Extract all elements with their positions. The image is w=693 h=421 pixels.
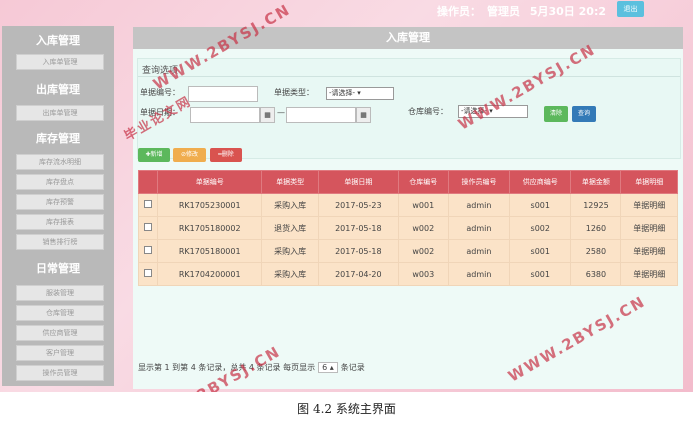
column-header[interactable]: 单据编号 [156, 170, 263, 194]
warehouse-cell: w002 [397, 239, 449, 263]
sidebar-section-inventory: 库存管理 [36, 132, 80, 145]
calendar-icon[interactable]: ▦ [356, 107, 371, 123]
supplier-cell: s001 [509, 193, 572, 217]
pager-suffix: 条记录 [340, 363, 365, 372]
sidebar-section-daily: 日常管理 [36, 262, 80, 275]
warehouse-cell: w003 [397, 262, 449, 286]
bill-type-value: -请选择- [329, 89, 356, 97]
column-header[interactable]: 单据金额 [570, 170, 622, 194]
calendar-icon[interactable]: ▦ [260, 107, 275, 123]
bill-date-cell: 2017-04-20 [317, 262, 399, 286]
row-checkbox[interactable] [138, 262, 158, 286]
inbound-bill-table: 单据编号 单据类型 单据日期 仓库编号 操作员编号 供应商编号 单据金额 单据明… [138, 170, 678, 286]
page-size-value: 6 [322, 363, 328, 372]
column-header[interactable]: 单据明细 [620, 170, 678, 194]
delete-button[interactable]: ━删除 [210, 148, 242, 162]
clear-button[interactable]: 清除 [544, 106, 568, 122]
operator-info: 操作员： 管理员 5月30日 20:2 [437, 3, 612, 19]
sidebar: 入库管理 入库单管理 出库管理 出库单管理 库存管理 库存流水明细 库存盘点 库… [2, 26, 114, 386]
add-button[interactable]: ✚新增 [138, 148, 170, 162]
table-row[interactable]: RK1705180001 采购入库 2017-05-18 w002 admin … [138, 239, 678, 263]
sidebar-item-stock-flow[interactable]: 库存流水明细 [16, 154, 104, 170]
bill-type-cell: 退货入库 [261, 216, 319, 240]
app-window: 操作员： 管理员 5月30日 20:2 退出 入库管理 入库单管理 出库管理 出库… [0, 0, 693, 392]
column-header[interactable]: 单据类型 [261, 170, 319, 194]
operator-cell: admin [447, 262, 511, 286]
bill-date-cell: 2017-05-18 [317, 239, 399, 263]
bill-no-cell: RK1705180001 [156, 239, 263, 263]
operator-cell: admin [447, 216, 511, 240]
column-header[interactable]: 单据日期 [317, 170, 399, 194]
row-checkbox[interactable] [138, 216, 158, 240]
logout-button[interactable]: 退出 [617, 1, 644, 17]
bill-type-label: 单据类型： [274, 88, 314, 97]
edit-button[interactable]: ⊘修改 [173, 148, 206, 162]
supplier-cell: s001 [509, 262, 572, 286]
sidebar-item-customer[interactable]: 客户管理 [16, 345, 104, 361]
supplier-cell: s002 [509, 216, 572, 240]
table-row[interactable]: RK1705230001 采购入库 2017-05-23 w001 admin … [138, 193, 678, 217]
sidebar-item-operator[interactable]: 操作员管理 [16, 365, 104, 381]
sidebar-item-supplier[interactable]: 供应商管理 [16, 325, 104, 341]
datetime: 5月30日 20:2 [529, 5, 606, 18]
bill-no-cell: RK1705180002 [156, 216, 263, 240]
operator-cell: admin [447, 193, 511, 217]
sidebar-item-warehouse[interactable]: 仓库管理 [16, 305, 104, 321]
add-label: 新增 [150, 151, 163, 158]
detail-link[interactable]: 单据明细 [620, 239, 678, 263]
sidebar-item-outbound-bills[interactable]: 出库单管理 [16, 105, 104, 121]
sidebar-item-stocktake[interactable]: 库存盘点 [16, 174, 104, 190]
bill-no-input[interactable] [188, 86, 258, 102]
amount-cell: 12925 [570, 193, 622, 217]
date-separator: — [277, 108, 285, 117]
date-start-input[interactable] [190, 107, 260, 123]
warehouse-cell: w002 [397, 216, 449, 240]
detail-link[interactable]: 单据明细 [620, 262, 678, 286]
delete-label: 删除 [221, 151, 234, 158]
column-header[interactable]: 供应商编号 [509, 170, 572, 194]
sidebar-section-inbound: 入库管理 [36, 34, 80, 47]
bill-type-select[interactable]: -请选择- ▾ [326, 87, 394, 100]
warehouse-label: 仓库编号： [408, 107, 448, 116]
query-panel: 查询选项 单据编号： 单据类型： -请选择- ▾ 单据日期： ▦ — ▦ 仓库编… [137, 58, 681, 159]
amount-cell: 6380 [570, 262, 622, 286]
table-row[interactable]: RK1704200001 采购入库 2017-04-20 w003 admin … [138, 262, 678, 286]
row-checkbox[interactable] [138, 239, 158, 263]
sidebar-item-stock-alert[interactable]: 库存预警 [16, 194, 104, 210]
bill-date-cell: 2017-05-18 [317, 216, 399, 240]
column-header[interactable]: 操作员编号 [447, 170, 511, 194]
top-bar: 操作员： 管理员 5月30日 20:2 退出 [0, 0, 693, 22]
sidebar-item-inbound-bills[interactable]: 入库单管理 [16, 54, 104, 70]
warehouse-cell: w001 [397, 193, 449, 217]
divider [138, 76, 680, 77]
sidebar-section-outbound: 出库管理 [36, 83, 80, 96]
sidebar-item-sales-ranking[interactable]: 销售排行榜 [16, 234, 104, 250]
sidebar-item-clothing[interactable]: 服装管理 [16, 285, 104, 301]
detail-link[interactable]: 单据明细 [620, 193, 678, 217]
bill-no-cell: RK1705230001 [156, 193, 263, 217]
sidebar-item-stock-report[interactable]: 库存报表 [16, 214, 104, 230]
bill-type-cell: 采购入库 [261, 262, 319, 286]
bill-type-cell: 采购入库 [261, 193, 319, 217]
table-header-row: 单据编号 单据类型 单据日期 仓库编号 操作员编号 供应商编号 单据金额 单据明… [138, 170, 678, 194]
row-checkbox[interactable] [138, 193, 158, 217]
date-end-input[interactable] [286, 107, 356, 123]
bill-date-cell: 2017-05-23 [317, 193, 399, 217]
figure-caption: 图 4.2 系统主界面 [297, 402, 396, 416]
page-size-select[interactable]: 6 ▴ [318, 362, 338, 373]
operator-cell: admin [447, 239, 511, 263]
amount-cell: 2580 [570, 239, 622, 263]
column-header[interactable]: 仓库编号 [397, 170, 449, 194]
bill-type-cell: 采购入库 [261, 239, 319, 263]
bill-no-cell: RK1704200001 [156, 262, 263, 286]
operator-name: 管理员 [487, 5, 520, 18]
supplier-cell: s001 [509, 239, 572, 263]
select-column-header [138, 170, 158, 194]
search-button[interactable]: 查询 [572, 106, 596, 122]
edit-label: 修改 [186, 151, 199, 158]
detail-link[interactable]: 单据明细 [620, 216, 678, 240]
operator-label: 操作员： [437, 5, 481, 18]
table-row[interactable]: RK1705180002 退货入库 2017-05-18 w002 admin … [138, 216, 678, 240]
amount-cell: 1260 [570, 216, 622, 240]
